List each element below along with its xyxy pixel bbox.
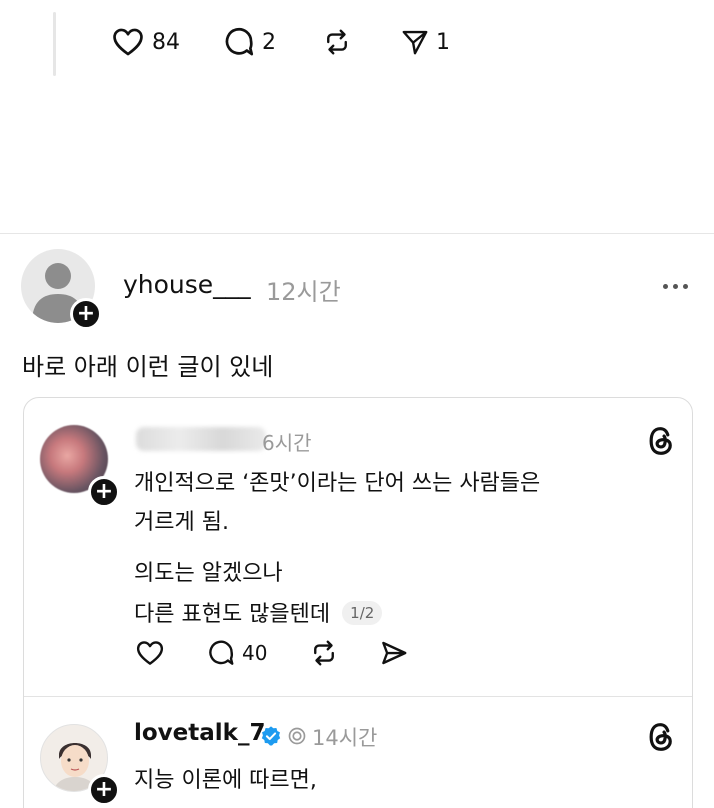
more-dot-icon xyxy=(683,284,688,289)
quoted-username-2[interactable]: lovetalk_7 xyxy=(134,720,265,746)
like-button[interactable]: 84 xyxy=(110,25,180,59)
follow-plus-icon[interactable]: + xyxy=(70,298,102,330)
threads-logo-icon[interactable] xyxy=(646,425,676,457)
card-divider xyxy=(24,696,692,697)
reply-count: 40 xyxy=(242,641,268,665)
verified-badge-icon xyxy=(261,726,281,746)
post-divider xyxy=(0,233,714,234)
comment-icon xyxy=(225,27,254,56)
repost-icon xyxy=(327,29,347,55)
repost-button[interactable] xyxy=(309,638,339,668)
blurred-username xyxy=(136,427,266,451)
top-post-actions: 84 2 1 xyxy=(110,24,450,60)
quoted-text-line-3: 의도는 알겠으나 xyxy=(134,561,283,586)
more-dot-icon xyxy=(673,284,678,289)
quoted-time-1: 6시간 xyxy=(262,431,312,455)
thread-connector-line xyxy=(53,12,56,76)
reply-count: 2 xyxy=(262,29,276,55)
share-button[interactable]: 1 xyxy=(400,27,450,57)
quoted-text-line-4-text: 다른 표현도 많을텐데 xyxy=(134,602,331,627)
quoted-posts-card: + 6시간 개인적으로 ‘존맛’이라는 단어 쓰는 사람들은 거르게 됨. 의도… xyxy=(23,397,693,808)
share-count: 1 xyxy=(436,29,450,55)
repost-icon xyxy=(314,640,335,666)
threads-logo-icon[interactable] xyxy=(646,721,676,753)
share-button[interactable] xyxy=(379,638,409,668)
quoted-text-line-2: 거르게 됨. xyxy=(134,510,229,535)
more-dot-icon xyxy=(663,284,668,289)
post-text: 바로 아래 이런 글이 있네 xyxy=(22,353,274,381)
more-options-button[interactable] xyxy=(663,284,688,289)
quoted-text-2: 지능 이론에 따르면, xyxy=(134,768,317,793)
post-time: 12시간 xyxy=(266,278,341,306)
quoted-actions: 40 xyxy=(134,638,409,668)
repost-button[interactable] xyxy=(322,27,352,57)
post-username[interactable]: yhouse___ xyxy=(123,270,251,299)
comment-icon xyxy=(209,640,234,665)
like-count: 84 xyxy=(152,29,180,55)
heart-icon xyxy=(113,28,143,56)
page-indicator: 1/2 xyxy=(342,601,383,625)
follow-plus-icon[interactable]: + xyxy=(88,774,120,806)
quoted-time-2: 14시간 xyxy=(312,726,378,750)
like-button[interactable] xyxy=(134,638,166,668)
quoted-text-line-4: 다른 표현도 많을텐데 1/2 xyxy=(134,596,383,628)
follow-plus-icon[interactable]: + xyxy=(88,476,120,508)
send-icon xyxy=(382,641,407,665)
threads-badge-icon xyxy=(288,727,306,745)
send-icon xyxy=(402,30,428,55)
reply-button[interactable]: 40 xyxy=(206,638,267,668)
reply-button[interactable]: 2 xyxy=(222,25,276,59)
heart-icon xyxy=(136,641,164,665)
quoted-text-line-1: 개인적으로 ‘존맛’이라는 단어 쓰는 사람들은 xyxy=(134,471,541,496)
